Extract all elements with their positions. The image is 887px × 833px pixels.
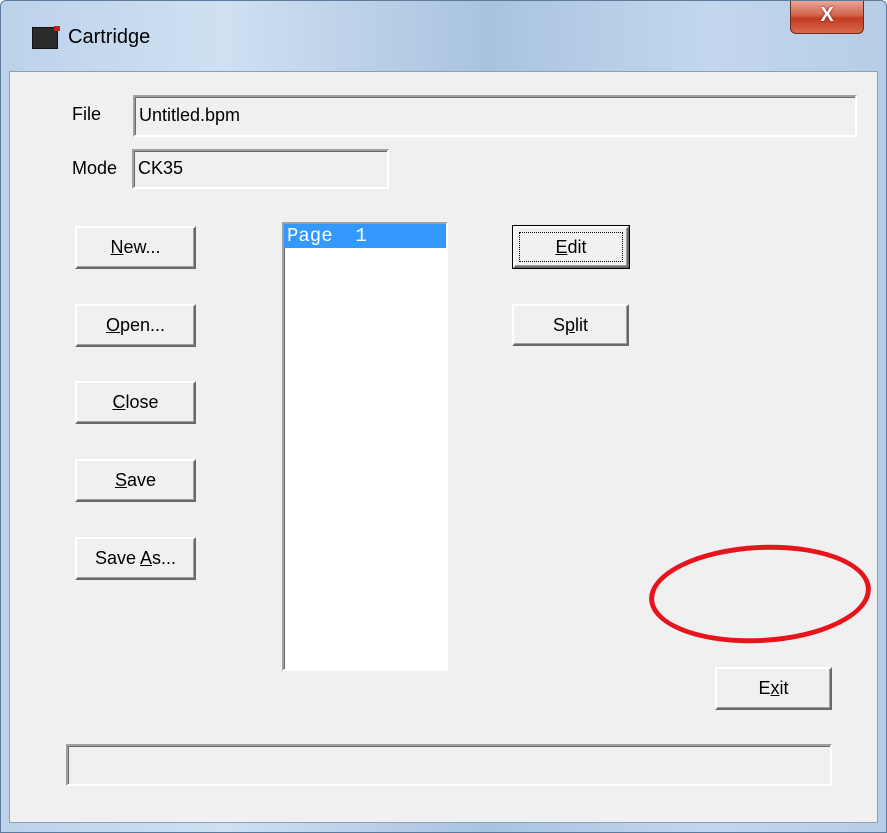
split-button[interactable]: Split xyxy=(512,304,629,346)
save-button-label: Save xyxy=(114,470,157,490)
open-button-label: Open... xyxy=(105,315,166,335)
cartridge-window: Cartridge X File Untitled.bpm Mode CK35 … xyxy=(0,0,887,833)
save-as-button[interactable]: Save As... xyxy=(75,537,196,580)
mode-field: CK35 xyxy=(132,149,389,189)
dialog-client-area: File Untitled.bpm Mode CK35 New... Open.… xyxy=(9,71,878,823)
split-button-label: Split xyxy=(552,315,589,335)
save-as-button-label: Save As... xyxy=(94,548,177,568)
close-file-button-label: Close xyxy=(112,392,159,412)
close-button[interactable]: X xyxy=(790,1,864,34)
exit-button[interactable]: Exit xyxy=(715,667,832,710)
title-bar[interactable]: Cartridge X xyxy=(1,1,886,71)
open-button[interactable]: Open... xyxy=(75,304,196,347)
status-bar xyxy=(66,744,832,786)
window-title: Cartridge xyxy=(68,26,151,48)
mode-label: Mode xyxy=(72,158,118,178)
new-button-label: New... xyxy=(110,237,161,257)
new-button[interactable]: New... xyxy=(75,226,196,269)
exit-button-label: Exit xyxy=(758,678,789,698)
save-button[interactable]: Save xyxy=(75,459,196,502)
cartridge-app-icon[interactable] xyxy=(32,26,60,49)
pages-listbox[interactable]: Page 1 xyxy=(282,222,448,671)
file-field: Untitled.bpm xyxy=(133,95,857,137)
close-file-button[interactable]: Close xyxy=(75,381,196,424)
edit-button[interactable]: Edit xyxy=(512,225,630,269)
list-item[interactable]: Page 1 xyxy=(284,224,446,248)
file-label: File xyxy=(72,104,102,124)
edit-button-label: Edit xyxy=(555,237,587,257)
